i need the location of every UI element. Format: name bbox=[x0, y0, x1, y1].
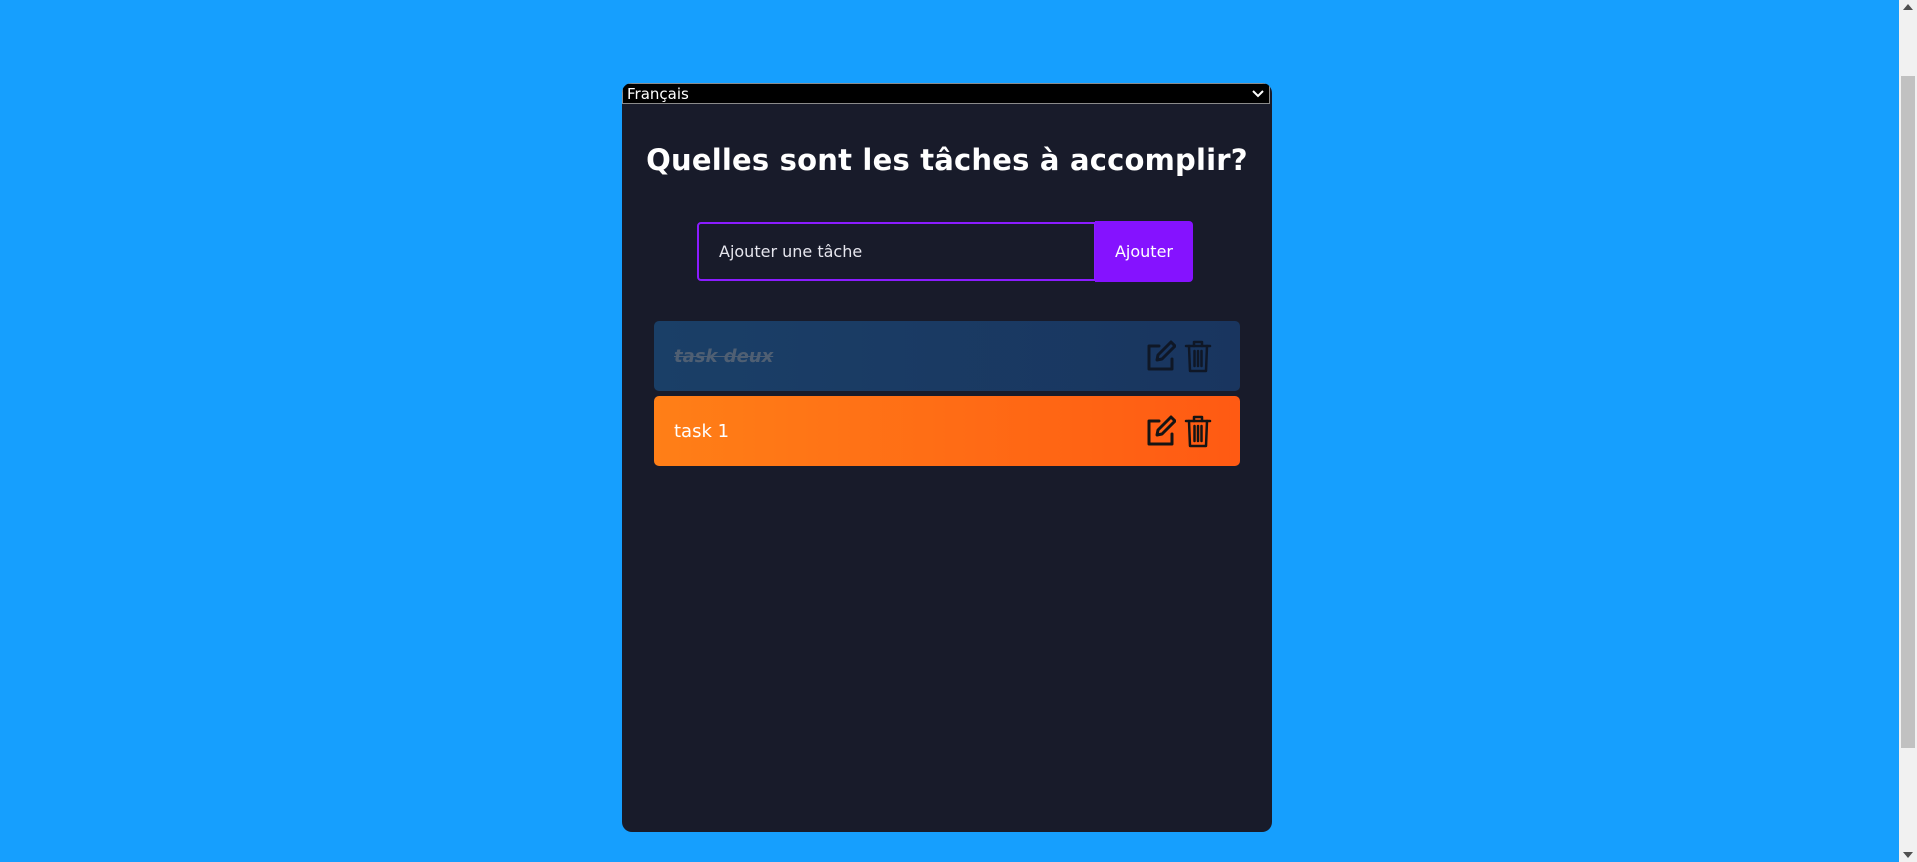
scroll-down-arrow-icon[interactable] bbox=[1903, 852, 1913, 858]
edit-icon[interactable] bbox=[1144, 413, 1177, 449]
language-select[interactable]: Français bbox=[622, 83, 1270, 104]
todo-item[interactable]: task 1 bbox=[654, 396, 1240, 466]
todo-actions bbox=[1144, 338, 1214, 374]
todo-label[interactable]: task 1 bbox=[674, 421, 729, 442]
trash-icon[interactable] bbox=[1182, 338, 1214, 374]
todo-actions bbox=[1144, 413, 1214, 449]
todo-item-completed[interactable]: task deux bbox=[654, 321, 1240, 391]
page-title: Quelles sont les tâches à accomplir? bbox=[646, 143, 1248, 177]
scroll-up-arrow-icon[interactable] bbox=[1903, 4, 1913, 10]
vertical-scrollbar[interactable] bbox=[1899, 0, 1917, 862]
trash-icon[interactable] bbox=[1182, 413, 1214, 449]
add-task-form: Ajouter bbox=[697, 221, 1197, 282]
edit-icon[interactable] bbox=[1144, 338, 1177, 374]
scrollbar-thumb[interactable] bbox=[1901, 76, 1915, 748]
language-select-value: Français bbox=[627, 84, 689, 103]
task-input[interactable] bbox=[697, 222, 1096, 281]
todo-label[interactable]: task deux bbox=[674, 346, 773, 367]
chevron-down-icon bbox=[1252, 90, 1264, 98]
todo-app: Français Quelles sont les tâches à accom… bbox=[622, 83, 1272, 832]
add-task-button[interactable]: Ajouter bbox=[1095, 221, 1193, 282]
page: Français Quelles sont les tâches à accom… bbox=[0, 0, 1917, 862]
